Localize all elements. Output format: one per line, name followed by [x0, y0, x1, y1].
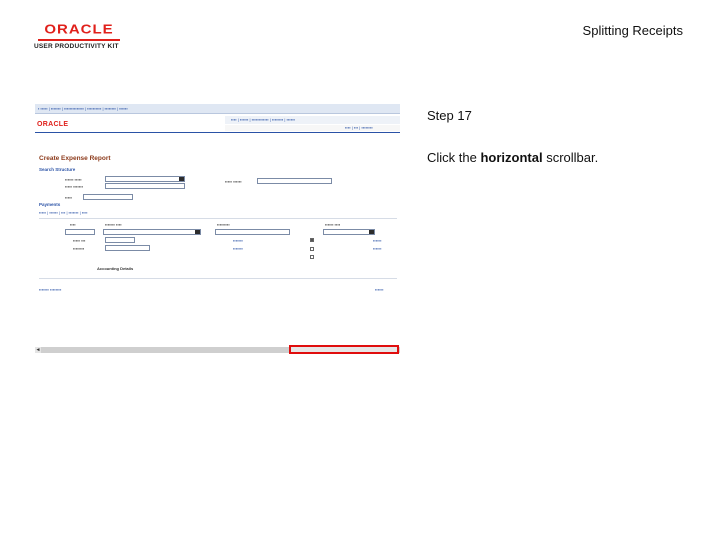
app-top-bar: ▪ ▪▪▪▪▪ | ▪▪▪▪▪▪▪ | ▪▪▪▪▪▪▪▪▪▪▪▪▪▪ | ▪▪▪… [35, 104, 400, 114]
logo-subtitle: USER PRODUCTIVITY KIT [34, 43, 119, 50]
non-reimbursable-checkbox[interactable] [310, 247, 314, 251]
app-oracle-logo: ORACLE [37, 121, 69, 128]
oracle-upk-logo: ORACLE USER PRODUCTIVITY KIT [34, 22, 124, 50]
instruction-keyword: horizontal [480, 150, 543, 165]
oracle-logo-text: ORACLE [44, 22, 114, 37]
report-description-field[interactable] [105, 183, 185, 189]
instruction-suffix: scrollbar. [542, 150, 599, 165]
payments-heading: Payments [39, 202, 61, 207]
application-screenshot: ▪ ▪▪▪▪▪ | ▪▪▪▪▪▪▪ | ▪▪▪▪▪▪▪▪▪▪▪▪▪▪ | ▪▪▪… [35, 104, 400, 354]
accounting-details-link[interactable]: Accounting Details [97, 266, 133, 271]
amount-field[interactable] [105, 237, 135, 243]
step-label: Step 17 [427, 108, 472, 123]
business-purpose-dropdown[interactable] [105, 176, 185, 182]
default-location-field[interactable] [257, 178, 332, 184]
logo-rule [38, 39, 120, 41]
app-divider [35, 132, 400, 133]
expense-type-dropdown[interactable] [103, 229, 201, 235]
app-sub-menu: ▪▪▪▪ | ▪▪▪ | ▪▪▪▪▪▪▪▪ [225, 125, 400, 131]
app-menu-bar: ▪▪▪▪ | ▪▪▪▪▪▪ | ▪▪▪▪▪▪▪▪▪▪▪▪ | ▪▪▪▪▪▪▪▪ … [225, 116, 400, 124]
reference-field[interactable] [83, 194, 133, 200]
instruction-prefix: Click the [427, 150, 481, 165]
instruction-text: Click the horizontal scrollbar. [427, 150, 598, 165]
app-page-title: Create Expense Report [39, 155, 111, 162]
search-structure-heading: Search Structure [39, 167, 76, 172]
location-field[interactable] [105, 245, 150, 251]
scroll-left-arrow-icon[interactable]: ◄ [35, 347, 41, 353]
expense-description-field[interactable] [215, 229, 290, 235]
personal-checkbox[interactable] [310, 255, 314, 259]
billing-checkbox[interactable] [310, 238, 314, 242]
expense-date-field[interactable] [65, 229, 95, 235]
top-bar-breadcrumbs: ▪ ▪▪▪▪▪ | ▪▪▪▪▪▪▪ | ▪▪▪▪▪▪▪▪▪▪▪▪▪▪ | ▪▪▪… [38, 106, 128, 111]
payment-type-dropdown[interactable] [323, 229, 375, 235]
action-highlight-box [289, 345, 399, 354]
slide-title: Splitting Receipts [582, 23, 683, 38]
